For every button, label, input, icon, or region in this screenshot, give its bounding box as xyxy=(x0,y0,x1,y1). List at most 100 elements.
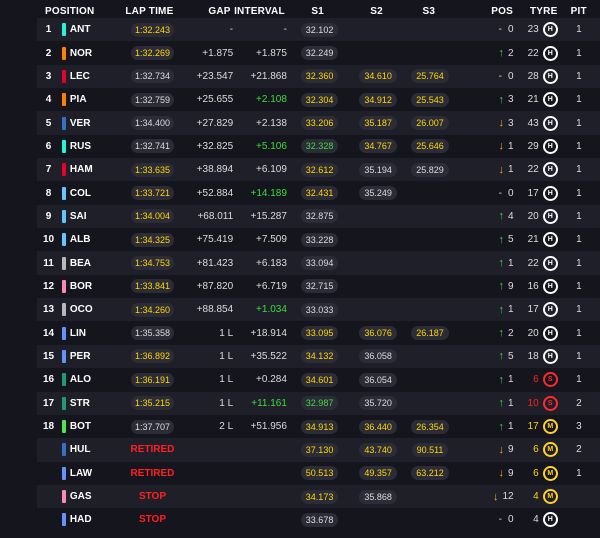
table-row[interactable]: 9 SAI 1:34.004 +68.011 +15.287 32.875 ↑ 4 20 H 1 xyxy=(37,204,600,229)
table-row[interactable]: 10 ALB 1:34.325 +75.419 +7.509 33.228 ↑ 5 21 H 1 xyxy=(37,228,600,252)
position-number: 7 xyxy=(45,164,52,176)
table-row[interactable]: 4 PIA 1:32.759 +25.655 +2.108 32.304 34.912 25.… xyxy=(37,88,600,112)
position-number: 15 xyxy=(42,350,55,362)
sector-s3-cell: 26.007 xyxy=(404,116,456,131)
position-number: 9 xyxy=(45,210,52,222)
position-number: 3 xyxy=(45,70,52,82)
table-row[interactable]: HAD STOP 33.678-0 4 H xyxy=(37,508,600,532)
sector-s2-time: 36.076 xyxy=(359,326,397,341)
pit-count: 1 xyxy=(576,187,582,199)
sector-s1-cell: 32.304 xyxy=(287,92,352,107)
table-row[interactable]: 14 LIN 1:35.358 1 L +18.914 33.095 36.076 26.18… xyxy=(37,321,600,345)
team-color-bar xyxy=(62,279,66,293)
position-change: ↓ 1 xyxy=(456,164,514,176)
arrow-up-icon: ↑ xyxy=(498,303,505,316)
header-s2: S2 xyxy=(370,5,383,17)
table-row[interactable]: 7 HAM 1:33.635 +38.894 +6.109 32.612 35.194 25.… xyxy=(37,158,600,182)
lap-time: 1:34.400 xyxy=(130,116,174,131)
sector-s2-cell: 35.720 xyxy=(352,396,404,411)
table-row[interactable]: 15 PER 1:36.892 1 L +35.522 34.132 36.058 ↑ 5 18 H… xyxy=(37,344,600,369)
position-change: ↑ 1 xyxy=(456,374,514,386)
team-color-bar xyxy=(62,420,66,434)
tyre-cell: 18 H xyxy=(514,348,558,364)
gap-value: +68.011 xyxy=(197,210,234,222)
sector-s3-cell: 26.354 xyxy=(404,419,456,434)
dash-icon: - xyxy=(498,70,502,82)
table-row[interactable]: HUL RETIRED 37.130 43.740 90.511 ↓ 9 6 M 2 xyxy=(37,438,600,462)
sector-s2-time: 35.187 xyxy=(359,116,397,131)
lap-time: 1:37.707 xyxy=(130,419,174,434)
lap-time: 1:33.721 xyxy=(130,186,174,201)
dash-icon: - xyxy=(498,514,502,526)
arrow-up-icon: ↑ xyxy=(498,350,505,363)
team-color-bar xyxy=(62,466,66,480)
sector-s3-time: 26.187 xyxy=(411,326,449,341)
arrow-down-icon: ↓ xyxy=(498,117,505,130)
driver-code: RUS xyxy=(69,140,92,152)
driver-code: ANT xyxy=(69,24,91,36)
table-row[interactable]: 3 LEC 1:32.734 +23.547 +21.868 32.360 34.610 25… xyxy=(37,64,600,89)
table-row[interactable]: 11 BEA 1:34.753 +81.423 +6.183 33.094 ↑ 1 22 H 1 xyxy=(37,251,600,275)
table-row[interactable]: 18 BOT 1:37.707 2 L +51.956 34.913 36.440 26.35… xyxy=(37,414,600,439)
sector-s2-cell: 36.058 xyxy=(352,349,404,364)
table-row[interactable]: LAW RETIRED 50.513 49.357 63.212 ↓ 9 6 M 1 xyxy=(37,461,600,485)
sector-s2-time: 36.054 xyxy=(359,372,397,387)
table-row[interactable]: 5 VER 1:34.400 +27.829 +2.138 33.206 35.187 26.… xyxy=(37,111,600,135)
table-row[interactable]: 16 ALO 1:36.191 1 L +0.284 34.601 36.054 ↑ 1 6 S 1 xyxy=(37,368,600,392)
lap-time-cell: RETIRED xyxy=(118,468,187,479)
pit-count: 1 xyxy=(576,280,582,292)
table-row[interactable]: 8 COL 1:33.721 +52.884 +14.189 32.431 35.249 -0… xyxy=(37,181,600,205)
pit-count: 1 xyxy=(576,304,582,316)
table-row[interactable]: 2 NOR 1:32.269 +1.875 +1.875 32.249 ↑ 2 22 H 1 xyxy=(37,41,600,65)
sector-s2-time: 34.610 xyxy=(359,69,397,84)
sector-s2-cell: 35.194 xyxy=(352,162,404,177)
interval-value: +7.509 xyxy=(256,234,287,246)
tyre-cell: 17 H xyxy=(514,302,558,318)
sector-s1-time: 33.228 xyxy=(300,232,339,247)
team-color-bar xyxy=(62,373,66,387)
position-change: ↓ 12 xyxy=(456,491,514,503)
tyre-cell: 6S xyxy=(514,372,558,388)
header-s3: S3 xyxy=(422,5,436,17)
table-row[interactable]: 13 OCO 1:34.260 +88.854 +1.034 33.033 ↑ 1 17 H 1 xyxy=(37,298,600,322)
pit-count: 3 xyxy=(576,421,582,433)
tyre-compound-icon: H xyxy=(542,512,558,528)
arrow-up-icon: ↑ xyxy=(498,420,505,433)
table-row[interactable]: 1 ANT 1:32.243- -32.102-0 23 H 1 xyxy=(37,18,600,42)
team-color-bar xyxy=(62,46,66,60)
sector-s2-cell: 35.868 xyxy=(352,489,404,504)
sector-s1-time: 32.102 xyxy=(300,22,339,37)
driver-code: PER xyxy=(69,350,91,362)
header-tyre: TYRE xyxy=(529,5,558,17)
team-color-bar xyxy=(62,116,66,130)
table-row[interactable]: 17 STR 1:35.215 1 L +11.161 32.987 35.720 ↑ 1 10 S… xyxy=(37,391,600,415)
sector-s1-cell: 33.678 xyxy=(287,512,352,527)
team-color-bar xyxy=(62,326,66,340)
sector-s2-cell: 34.610 xyxy=(352,69,404,84)
sector-s1-time: 32.304 xyxy=(300,92,339,107)
position-change: ↓ 1 xyxy=(456,140,514,152)
pit-count: 1 xyxy=(576,257,582,269)
driver-code: ALO xyxy=(69,374,91,386)
position-change: ↑ 1 xyxy=(456,304,514,316)
position-change: -0 xyxy=(456,71,514,82)
sector-s1-time: 34.913 xyxy=(300,419,339,434)
tyre-compound-icon: H xyxy=(542,45,558,61)
table-row[interactable]: 12 BOR 1:33.841 +87.820 +6.719 32.715 ↑ 9 16 H 1 xyxy=(37,274,600,299)
table-row[interactable]: GAS STOP 34.173 35.868 ↓ 12 4 M xyxy=(37,484,600,509)
team-color-bar xyxy=(62,233,66,247)
position-number: 14 xyxy=(42,327,55,339)
sector-s3-time: 26.354 xyxy=(411,419,449,434)
team-color-bar xyxy=(62,163,66,177)
arrow-down-icon: ↓ xyxy=(498,140,505,153)
sector-s2-time: 35.720 xyxy=(359,396,397,411)
tyre-compound-icon: H xyxy=(542,92,558,108)
sector-s1-cell: 37.130 xyxy=(287,442,352,457)
position-number: 10 xyxy=(42,234,55,246)
tyre-laps: 10 xyxy=(527,397,539,409)
table-row[interactable]: 6 RUS 1:32.741 +32.825 +5.106 32.328 34.767 25.… xyxy=(37,134,600,159)
lap-time: 1:33.841 xyxy=(130,279,174,294)
sector-s3-time: 25.829 xyxy=(411,162,449,177)
sector-s2-time: 34.912 xyxy=(359,92,397,107)
gap-value: +23.547 xyxy=(196,70,234,82)
